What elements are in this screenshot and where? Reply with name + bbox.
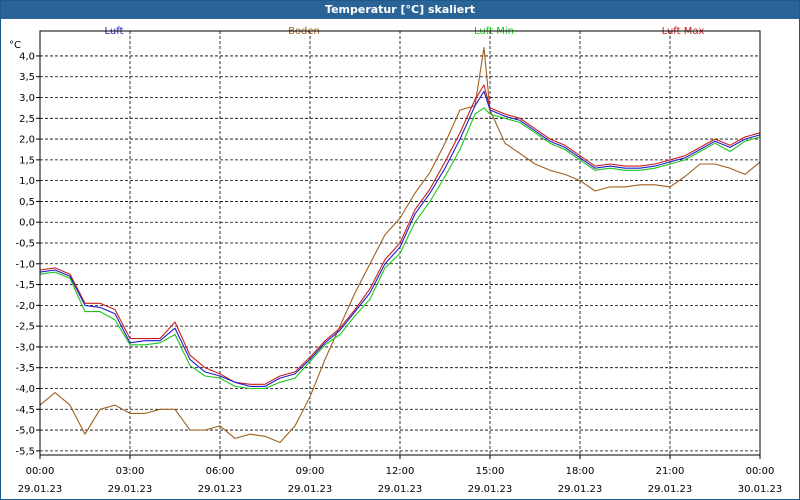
x-tick-date-label: 29.01.23 <box>378 484 423 495</box>
x-tick-time-label: 18:00 <box>566 466 595 477</box>
y-tick-label: 1,5 <box>19 155 35 166</box>
y-tick-label: -0,5 <box>15 239 35 250</box>
y-tick-label: 2,5 <box>19 114 35 125</box>
chart-title: Temperatur [°C] skaliert <box>1 1 799 19</box>
y-tick-label: -5,0 <box>15 426 35 437</box>
y-tick-label: -3,5 <box>15 363 35 374</box>
y-tick-label: -3,0 <box>15 342 35 353</box>
y-tick-label: -1,5 <box>15 280 35 291</box>
y-tick-label: 2,0 <box>19 135 35 146</box>
y-axis-ticks: -5,5 -5,0 -4,5 -4,0 -3,5 -3,0 -2,5 -2,0 -1,5 -1,0… <box>15 51 40 457</box>
x-tick-date-label: 29.01.23 <box>558 484 603 495</box>
x-tick-time-label: 00:00 <box>26 466 55 477</box>
x-tick-time-label: 00:00 <box>746 466 775 477</box>
x-tick-date-label: 29.01.23 <box>18 484 63 495</box>
y-tick-label: -2,5 <box>15 322 35 333</box>
x-tick-time-label: 06:00 <box>206 466 235 477</box>
x-tick-time-label: 09:00 <box>296 466 325 477</box>
x-tick-time-label: 15:00 <box>476 466 505 477</box>
y-tick-label: -4,0 <box>15 384 35 395</box>
y-tick-label: -4,5 <box>15 405 35 416</box>
chart-window: Temperatur [°C] skaliert Luft Boden Luft M… <box>0 0 800 500</box>
temperature-chart: Luft Boden Luft Min Luft Max °C -5,5-5,0-4,… <box>9 26 783 495</box>
y-tick-label: -1,0 <box>15 259 35 270</box>
y-axis-label: °C <box>9 40 21 51</box>
series-line-luft-max <box>39 84 761 385</box>
y-tick-label: 3,0 <box>19 93 35 104</box>
y-tick-label: 4,0 <box>19 51 35 62</box>
y-tick-label: 3,5 <box>19 72 35 83</box>
x-tick-date-label: 29.01.23 <box>468 484 513 495</box>
y-tick-label: -5,5 <box>15 446 35 457</box>
x-tick-date-label: 29.01.23 <box>198 484 243 495</box>
x-tick-date-label: 29.01.23 <box>288 484 333 495</box>
y-tick-label: 0,5 <box>19 197 35 208</box>
y-tick-label: 1,0 <box>19 176 35 187</box>
x-tick-time-label: 12:00 <box>386 466 415 477</box>
x-tick-date-label: 29.01.23 <box>108 484 153 495</box>
y-tick-label: -2,0 <box>15 301 35 312</box>
x-tick-time-label: 03:00 <box>116 466 145 477</box>
x-axis-ticks: 00:00 29.01.23 03:00 29.01.23 06:00 29.01.23 0… <box>18 455 783 495</box>
y-tick-label: 0,0 <box>19 218 35 229</box>
x-tick-date-label: 29.01.23 <box>648 484 693 495</box>
x-tick-date-label: 30.01.23 <box>738 484 783 495</box>
x-tick-time-label: 21:00 <box>656 466 685 477</box>
